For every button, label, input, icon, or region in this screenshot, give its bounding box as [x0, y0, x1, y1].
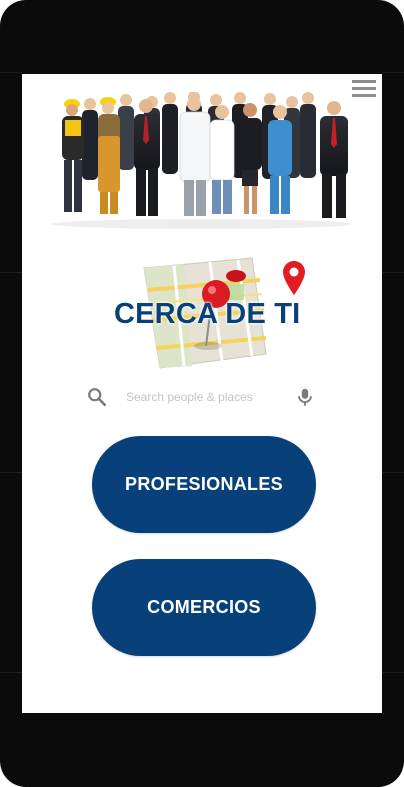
workers-group-image — [52, 92, 352, 229]
frame-divider — [382, 72, 404, 73]
frame-divider — [0, 672, 22, 673]
frame-divider — [0, 472, 22, 473]
frame-divider — [382, 472, 404, 473]
phone-frame: CERCA DE TI PROFESIONALES COMERCIOS — [0, 0, 404, 787]
frame-divider — [0, 272, 22, 273]
search-icon[interactable] — [86, 386, 108, 408]
professionals-button[interactable]: PROFESIONALES — [92, 436, 316, 533]
businesses-button[interactable]: COMERCIOS — [92, 559, 316, 656]
frame-divider — [382, 672, 404, 673]
frame-divider — [0, 72, 22, 73]
microphone-icon[interactable] — [294, 386, 316, 408]
search-input[interactable] — [126, 387, 286, 407]
app-title: CERCA DE TI — [114, 298, 301, 330]
frame-divider — [382, 272, 404, 273]
app-screen: CERCA DE TI PROFESIONALES COMERCIOS — [22, 74, 382, 713]
location-pin-icon — [283, 261, 305, 295]
search-bar — [82, 382, 322, 412]
